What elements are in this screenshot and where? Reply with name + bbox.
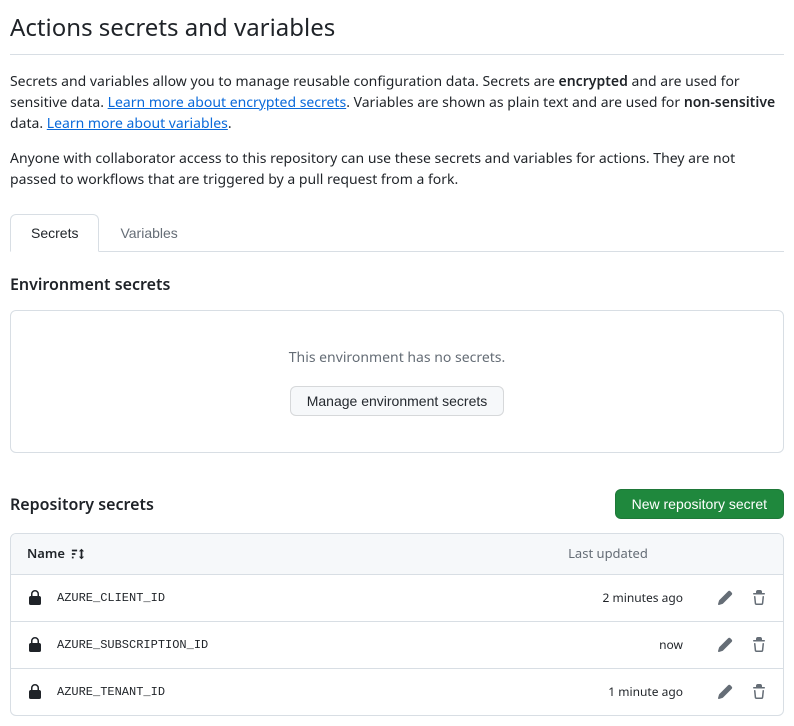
table-row: AZURE_CLIENT_ID 2 minutes ago [11,575,783,622]
secret-updated: 2 minutes ago [533,589,683,607]
sort-icon [71,547,85,561]
secret-updated: 1 minute ago [533,683,683,701]
secret-name: AZURE_CLIENT_ID [57,589,165,607]
table-header: Name Last updated [11,534,783,575]
nonsensitive-bold: non-sensitive [684,93,775,112]
environment-secrets-empty: This environment has no secrets. Manage … [10,310,784,453]
delete-button[interactable] [751,590,767,606]
table-row: AZURE_TENANT_ID 1 minute ago [11,669,783,715]
column-name-header[interactable]: Name [27,544,533,564]
delete-button[interactable] [751,637,767,653]
trash-icon [751,684,767,700]
environment-secrets-heading: Environment secrets [10,272,784,296]
tab-secrets[interactable]: Secrets [10,214,99,252]
tab-variables[interactable]: Variables [99,214,198,252]
delete-button[interactable] [751,684,767,700]
empty-state-text: This environment has no secrets. [27,347,767,368]
learn-secrets-link[interactable]: Learn more about encrypted secrets [108,93,347,112]
intro-text: Secrets and variables allow you to manag… [10,71,784,190]
new-repository-secret-button[interactable]: New repository secret [615,489,784,519]
lock-icon [27,590,43,606]
page-title: Actions secrets and variables [10,10,784,55]
edit-button[interactable] [717,590,733,606]
intro-text-fragment: . [228,114,232,133]
pencil-icon [717,637,733,653]
secret-name: AZURE_SUBSCRIPTION_ID [57,636,208,654]
manage-environment-secrets-button[interactable]: Manage environment secrets [290,386,505,416]
column-name-label: Name [27,544,65,564]
lock-icon [27,684,43,700]
repository-secrets-header: Repository secrets New repository secret [10,489,784,519]
trash-icon [751,637,767,653]
intro-paragraph-2: Anyone with collaborator access to this … [10,148,784,190]
column-updated-header: Last updated [533,544,683,564]
tabs: Secrets Variables [10,214,784,252]
intro-text-fragment: . Variables are shown as plain text and … [346,93,684,112]
edit-button[interactable] [717,637,733,653]
encrypted-bold: encrypted [559,72,628,91]
trash-icon [751,590,767,606]
learn-variables-link[interactable]: Learn more about variables [47,114,228,133]
repository-secrets-table: Name Last updated AZURE_CLIENT_ID 2 minu… [10,533,784,716]
secret-updated: now [533,636,683,654]
edit-button[interactable] [717,684,733,700]
pencil-icon [717,590,733,606]
secret-name: AZURE_TENANT_ID [57,683,165,701]
table-row: AZURE_SUBSCRIPTION_ID now [11,622,783,669]
intro-text-fragment: Secrets and variables allow you to manag… [10,72,559,91]
pencil-icon [717,684,733,700]
lock-icon [27,637,43,653]
repository-secrets-heading: Repository secrets [10,492,154,516]
intro-text-fragment: data. [10,114,47,133]
